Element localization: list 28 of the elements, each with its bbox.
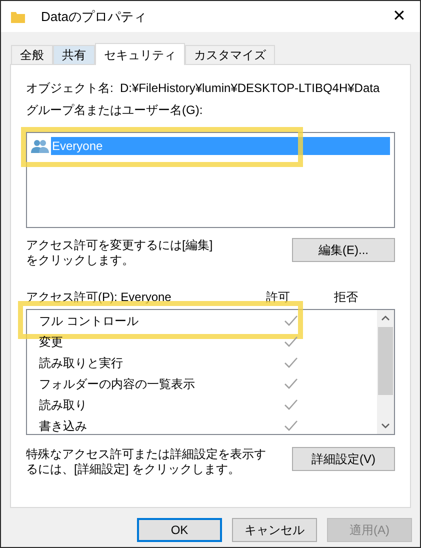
permission-name: 書き込み <box>39 418 88 434</box>
tab[interactable]: 全般 <box>11 45 53 64</box>
permission-name: 読み取り <box>39 396 88 414</box>
scroll-thumb[interactable] <box>378 327 393 395</box>
permission-name: 読み取りと実行 <box>39 354 124 372</box>
permission-name: 変更 <box>39 334 64 350</box>
deny-header: 拒否 <box>334 289 358 306</box>
edit-hint: アクセス許可を変更するには[編集]をクリックします。 <box>26 238 214 268</box>
window-title: Dataのプロパティ <box>41 8 146 26</box>
advanced-hint: 特殊なアクセス許可または詳細設定を表示するには、[詳細設定] をクリックします。 <box>26 447 267 477</box>
scrollbar[interactable] <box>377 310 394 434</box>
permission-name: フル コントロール <box>39 312 140 330</box>
close-button[interactable]: ✕ <box>384 2 414 32</box>
users-label: グループ名またはユーザー名(G): <box>26 102 204 119</box>
folder-icon <box>11 10 25 22</box>
permission-name: フォルダーの内容の一覧表示 <box>39 376 196 392</box>
object-name-label: オブジェクト名: <box>26 80 114 97</box>
allow-header: 許可 <box>266 289 291 306</box>
tab[interactable]: 共有 <box>53 45 95 64</box>
tab[interactable]: カスタマイズ <box>185 45 275 64</box>
object-name-value: D:¥FileHistory¥lumin¥DESKTOP-LTIBQ4H¥Data <box>120 80 380 97</box>
advanced-button[interactable]: 詳細設定(V) <box>292 447 395 471</box>
dialog-button[interactable]: OK <box>137 518 222 542</box>
dialog-button[interactable]: キャンセル <box>232 518 317 542</box>
users-icon <box>31 139 49 153</box>
edit-button[interactable]: 編集(E)... <box>292 238 395 262</box>
permissions-label: アクセス許可(P): Everyone <box>26 289 172 306</box>
tab[interactable]: セキュリティ <box>95 43 185 65</box>
